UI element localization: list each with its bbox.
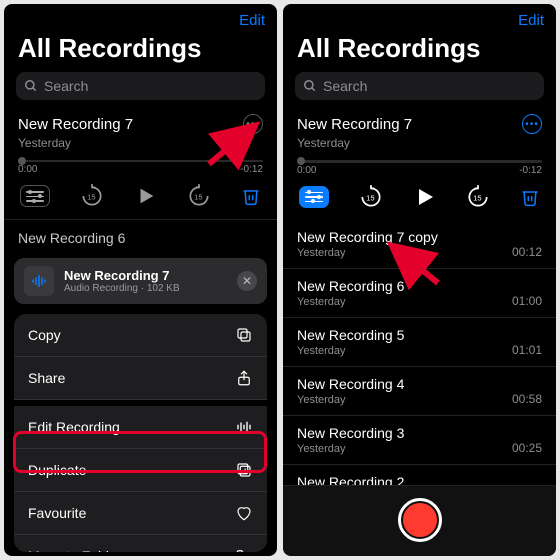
svg-text:15: 15 [366,193,374,202]
page-title: All Recordings [283,33,556,72]
more-button[interactable]: ••• [522,114,542,134]
drag-meta: Audio Recording · 102 KB [64,283,180,294]
time-start: 0:00 [18,164,37,175]
folder-icon [235,547,253,552]
recording-date: Yesterday [297,136,350,150]
item-name: New Recording 4 [297,376,404,392]
drag-title: New Recording 7 [64,268,180,283]
edit-button[interactable]: Edit [239,12,265,29]
menu-edit-recording[interactable]: Edit Recording [14,406,267,449]
item-name: New Recording 6 [297,278,404,294]
item-duration: 00:25 [512,441,542,455]
time-labels: 0:00 -0:12 [283,165,556,176]
item-date: Yesterday [297,443,404,455]
top-bar: Edit [4,4,277,33]
menu-copy[interactable]: Copy [14,314,267,357]
copy-icon [235,326,253,344]
current-recording[interactable]: New Recording 7 ••• Yesterday [4,108,277,154]
scrubber[interactable] [297,160,542,163]
item-name: New Recording 5 [297,327,404,343]
play-button[interactable] [413,185,437,209]
duplicate-icon [235,461,253,479]
search-placeholder: Search [44,78,88,94]
menu-duplicate[interactable]: Duplicate [14,449,267,492]
list-item[interactable]: New Recording 4 Yesterday 00:58 [283,367,556,416]
drag-preview: New Recording 7 Audio Recording · 102 KB… [14,258,267,304]
item-name: New Recording 7 copy [297,229,438,245]
item-duration: 00:12 [512,245,542,259]
list-item[interactable]: New Recording 3 Yesterday 00:25 [283,416,556,465]
current-recording[interactable]: New Recording 7 ••• Yesterday [283,108,556,154]
item-name: New Recording 2 [297,474,404,485]
scrubber[interactable] [18,160,263,162]
edit-button[interactable]: Edit [518,12,544,29]
item-date: Yesterday [297,296,404,308]
phone-left: Edit All Recordings Search New Recording… [4,4,277,556]
svg-text:15: 15 [87,193,95,202]
share-icon [235,369,253,387]
item-duration: 01:00 [512,294,542,308]
top-bar: Edit [283,4,556,33]
options-button[interactable] [299,186,329,208]
delete-button[interactable] [241,186,261,206]
delete-button[interactable] [520,187,540,207]
play-button[interactable] [135,185,157,207]
forward-15-button[interactable]: 15 [465,184,491,210]
search-icon [24,79,38,93]
time-start: 0:00 [297,165,316,176]
recording-name: New Recording 7 [297,116,412,133]
playback-controls: 15 15 [4,175,277,219]
menu-move[interactable]: Move to Folder [14,535,267,552]
item-name: New Recording 3 [297,425,404,441]
options-button[interactable] [20,185,50,207]
list-item[interactable]: New Recording 2Yesterday00:26 [283,465,556,485]
time-labels: 0:00 -0:12 [4,164,277,175]
phone-right: Edit All Recordings Search New Recording… [283,4,556,556]
forward-15-button[interactable]: 15 [186,183,212,209]
search-input[interactable]: Search [16,72,265,100]
heart-icon [235,504,253,522]
waveform-icon [24,266,54,296]
page-title: All Recordings [4,33,277,72]
item-duration: 01:01 [512,343,542,357]
waveform-icon [235,418,253,436]
menu-share[interactable]: Share [14,357,267,400]
search-placeholder: Search [323,78,367,94]
rewind-15-button[interactable]: 15 [79,183,105,209]
context-menu: Copy Share Edit Recording Duplicate Favo… [14,314,267,552]
list-item[interactable]: New Recording 6 Yesterday 01:00 [283,269,556,318]
list-item[interactable]: New Recording 7 copy Yesterday 00:12 [283,220,556,269]
time-end: -0:12 [240,164,263,175]
list-item[interactable]: New Recording 5 Yesterday 01:01 [283,318,556,367]
section-header[interactable]: New Recording 6 [4,219,277,252]
svg-text:15: 15 [194,193,202,202]
search-icon [303,79,317,93]
record-button[interactable] [398,498,442,542]
item-date: Yesterday [297,394,404,406]
close-icon[interactable]: ✕ [237,271,257,291]
item-date: Yesterday [297,247,438,259]
playback-controls: 15 15 [283,176,556,220]
recording-date: Yesterday [18,136,71,150]
recordings-list[interactable]: New Recording 7 copyYesterday00:12New Re… [283,220,556,485]
item-duration: 00:58 [512,392,542,406]
record-bar [283,485,556,556]
recording-name: New Recording 7 [18,116,133,133]
svg-text:15: 15 [473,193,481,202]
item-date: Yesterday [297,345,404,357]
more-button[interactable]: ••• [243,114,263,134]
menu-favourite[interactable]: Favourite [14,492,267,535]
rewind-15-button[interactable]: 15 [358,184,384,210]
time-end: -0:12 [519,165,542,176]
search-input[interactable]: Search [295,72,544,100]
